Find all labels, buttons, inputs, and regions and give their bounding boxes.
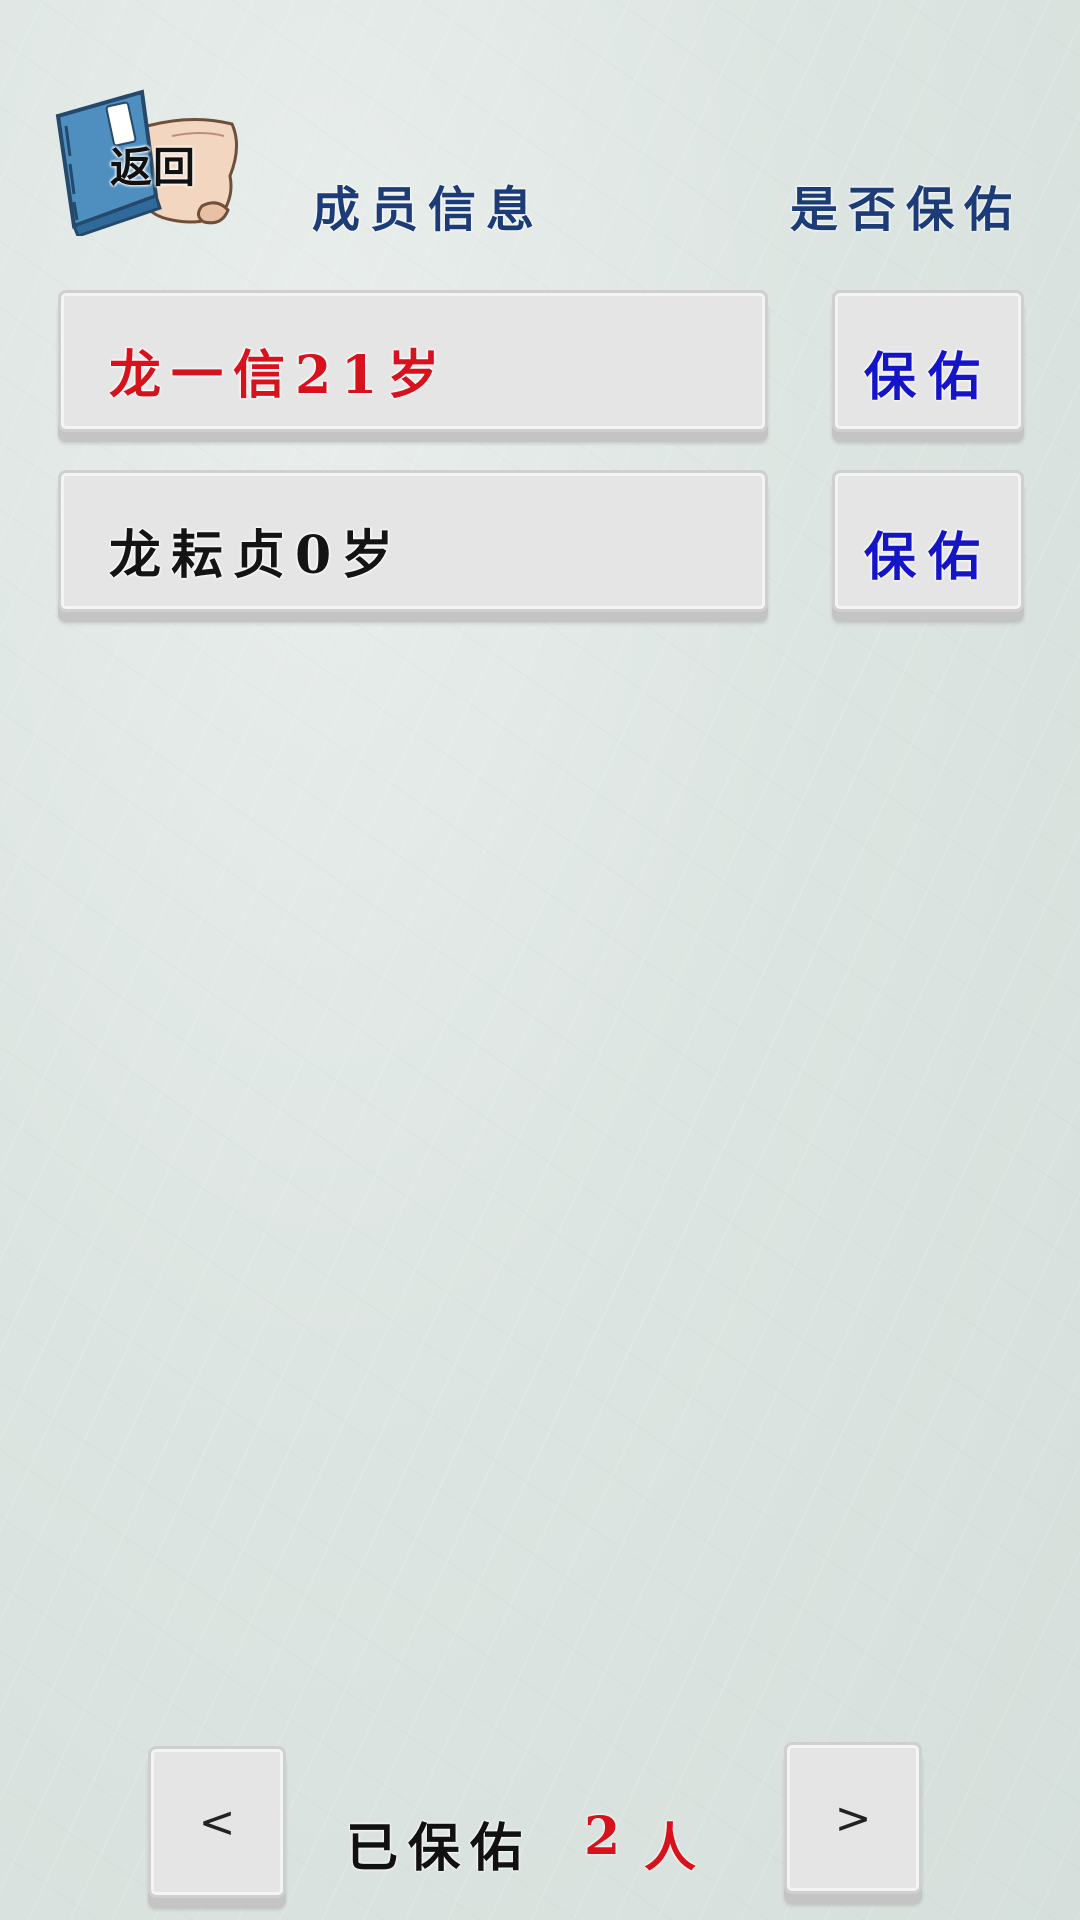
prev-page-button[interactable]: <: [148, 1746, 286, 1898]
member-info-header: 成员信息: [312, 182, 545, 238]
member-name-age: 龙一信21岁: [109, 345, 450, 406]
paper-texture-background: [0, 0, 1080, 1920]
protect-button[interactable]: 保佑: [832, 470, 1024, 612]
member-name-age: 龙耘贞0岁: [109, 525, 404, 586]
back-button[interactable]: 返回: [52, 86, 242, 236]
member-row: 龙一信21岁: [58, 290, 768, 432]
protected-count-unit: 人: [644, 1818, 707, 1879]
protect-column-header: 是否保佑: [790, 182, 1023, 238]
next-page-button[interactable]: >: [784, 1742, 922, 1894]
protect-button-label: 保佑: [863, 347, 992, 408]
protect-button-label: 保佑: [863, 527, 992, 588]
prev-arrow-icon: <: [198, 1797, 236, 1848]
back-button-label: 返回: [110, 143, 197, 192]
protected-count-value: 2: [584, 1806, 631, 1867]
protect-button[interactable]: 保佑: [832, 290, 1024, 432]
member-row: 龙耘贞0岁: [58, 470, 768, 612]
protected-count-label: 已保佑: [346, 1818, 533, 1879]
next-arrow-icon: >: [834, 1793, 872, 1844]
